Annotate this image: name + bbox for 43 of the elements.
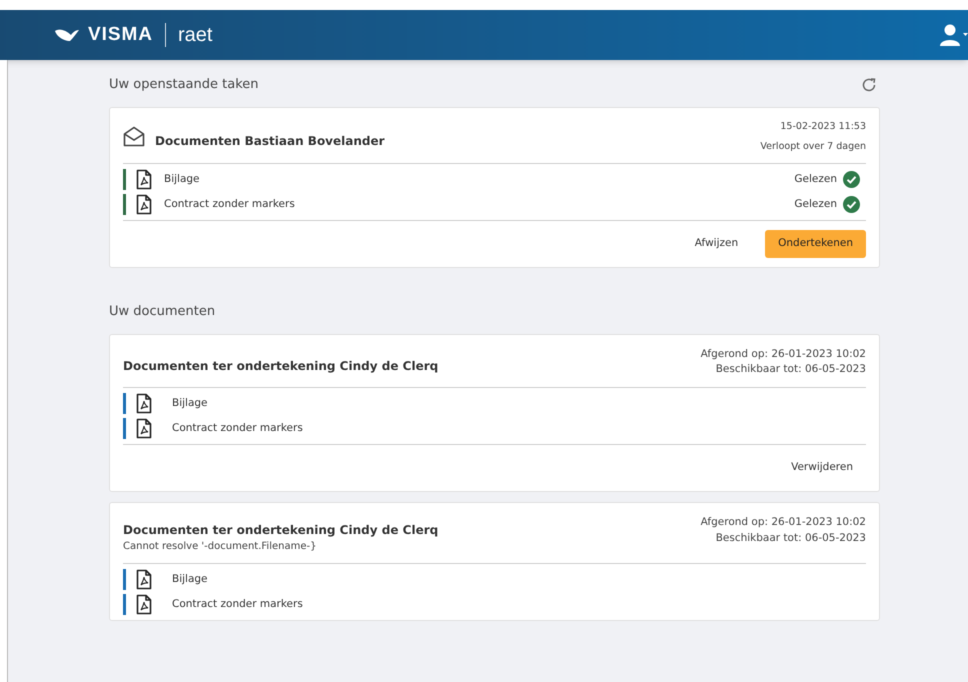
sign-button[interactable]: Ondertekenen (765, 230, 866, 258)
card-meta: 15-02-2023 11:53 (780, 120, 866, 134)
card-meta: Beschikbaar tot: 06-05-2023 (716, 530, 866, 546)
card-title: Documenten ter ondertekening Cindy de Clerq (123, 522, 438, 539)
pdf-file-icon (136, 169, 152, 190)
logo-icon (54, 27, 80, 43)
read-status: Gelezen (794, 196, 837, 212)
document-row[interactable]: Contract zonder markers (123, 594, 866, 615)
check-icon (843, 171, 860, 188)
card-meta: Verloopt over 7 dagen (760, 140, 866, 154)
section-title: Uw openstaande taken (109, 76, 259, 94)
document-name: Contract zonder markers (172, 596, 303, 612)
envelope-icon (123, 126, 145, 148)
document-name: Contract zonder markers (164, 196, 295, 212)
document-name: Contract zonder markers (172, 420, 303, 436)
card-meta: Afgerond op: 26-01-2023 10:02 (700, 515, 866, 530)
pdf-file-icon (136, 194, 152, 215)
check-icon (843, 196, 860, 213)
document-name: Bijlage (164, 172, 200, 187)
document-row[interactable]: Bijlage Gelezen (123, 169, 866, 190)
document-row[interactable]: Bijlage (123, 393, 866, 414)
user-icon[interactable] (938, 24, 968, 46)
read-status: Gelezen (794, 172, 837, 187)
refresh-icon[interactable] (861, 76, 877, 93)
pdf-file-icon (136, 393, 152, 414)
pdf-file-icon (136, 418, 152, 439)
document-row[interactable]: Contract zonder markers Gelezen (123, 194, 866, 215)
document-row[interactable]: Bijlage (123, 569, 866, 590)
section-title: Uw documenten (109, 303, 216, 321)
product-name: raet (178, 23, 212, 48)
card-title: Documenten Bastiaan Bovelander (155, 132, 385, 150)
document-name: Bijlage (172, 396, 208, 411)
card-title: Documenten ter ondertekening Cindy de Clerq (123, 358, 438, 376)
document-row[interactable]: Contract zonder markers (123, 418, 866, 439)
card-subtitle: Cannot resolve '-document.Filename-} (123, 540, 318, 554)
card-meta: Afgerond op: 26-01-2023 10:02 (700, 346, 866, 362)
card-meta: Beschikbaar tot: 06-05-2023 (716, 362, 866, 378)
text-button[interactable]: Verwijderen (778, 454, 866, 482)
pdf-file-icon (136, 569, 152, 590)
document-name: Bijlage (172, 572, 208, 587)
text-button[interactable]: Afwijzen (682, 230, 752, 258)
brand-name: VISMA (88, 22, 153, 47)
pdf-file-icon (136, 594, 152, 615)
